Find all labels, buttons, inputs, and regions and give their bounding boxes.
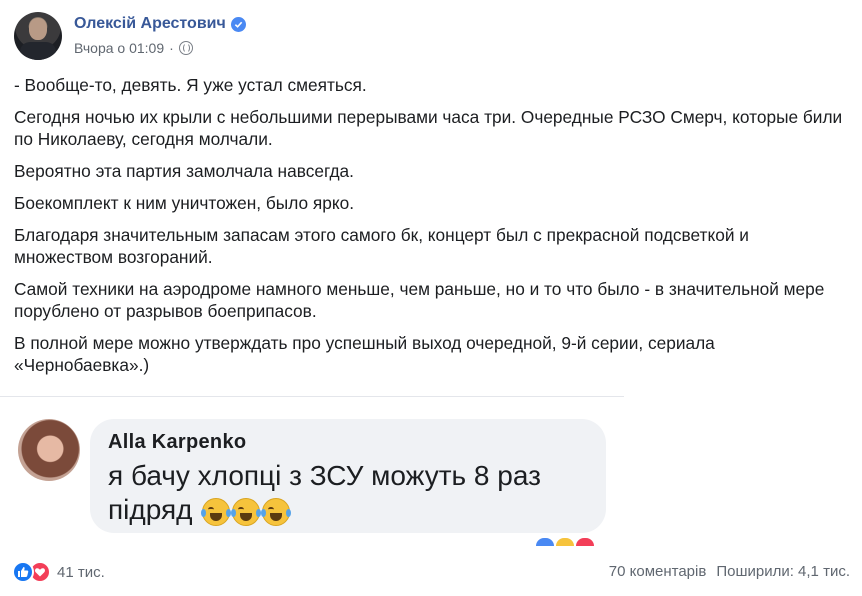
comment-bubble: Alla Karpenko я бачу хлопці з ЗСУ можуть…: [90, 419, 606, 533]
engagement-stats: 70 коментарів Поширили: 4,1 тис.: [609, 563, 850, 580]
post-meta: Вчора о 01:09 ·: [74, 40, 193, 56]
verified-badge-icon: [230, 16, 246, 32]
globe-icon[interactable]: [178, 41, 193, 55]
post-paragraph: Боекомплект к ним уничтожен, было ярко.: [14, 193, 355, 213]
comment-reactions-peek: [536, 538, 594, 546]
post-paragraph: Вероятно эта партия замолчала навсегда.: [14, 161, 354, 181]
post-paragraph: - Вообще-то, девять. Я уже устал смеятьс…: [14, 75, 367, 95]
emoji-group: [201, 497, 292, 526]
tears-of-joy-emoji: [261, 497, 292, 526]
like-reaction-icon: [12, 561, 34, 583]
reactions-summary[interactable]: 41 тис.: [12, 561, 105, 583]
post-header: Олексій Арестович Вчора о 01:09 ·: [14, 12, 614, 62]
post-paragraph: Сегодня ночью их крыли с небольшими пере…: [14, 107, 843, 149]
meta-separator: ·: [169, 40, 174, 56]
author-avatar[interactable]: [14, 12, 62, 60]
shares-count-link[interactable]: Поширили: 4,1 тис.: [716, 563, 850, 580]
post-paragraph: Самой техники на аэродроме намного меньш…: [14, 279, 825, 321]
embedded-comment-image[interactable]: Alla Karpenko я бачу хлопці з ЗСУ можуть…: [0, 397, 624, 547]
tears-of-joy-emoji: [231, 497, 262, 526]
comment-text-block: я бачу хлопці з ЗСУ можуть 8 раз підряд: [108, 459, 588, 527]
post-body: - Вообще-то, девять. Я уже устал смеятьс…: [14, 74, 844, 386]
post-footer: 41 тис. 70 коментарів Поширили: 4,1 тис.: [12, 557, 850, 587]
post-paragraph: В полной мере можно утверждать про успеш…: [14, 333, 715, 375]
author-name-link[interactable]: Олексій Арестович: [74, 15, 226, 33]
post-timestamp-link[interactable]: Вчора о 01:09: [74, 40, 164, 56]
commenter-name: Alla Karpenko: [108, 431, 247, 453]
post-paragraph: Благодаря значительным запасам этого сам…: [14, 225, 749, 267]
tears-of-joy-emoji: [201, 497, 232, 526]
author-name-row: Олексій Арестович: [74, 15, 246, 33]
reactions-count: 41 тис.: [57, 563, 105, 581]
comments-count-link[interactable]: 70 коментарів: [609, 563, 707, 580]
comment-text: я бачу хлопці з ЗСУ можуть 8 раз підряд: [108, 460, 541, 525]
commenter-avatar: [18, 419, 80, 481]
